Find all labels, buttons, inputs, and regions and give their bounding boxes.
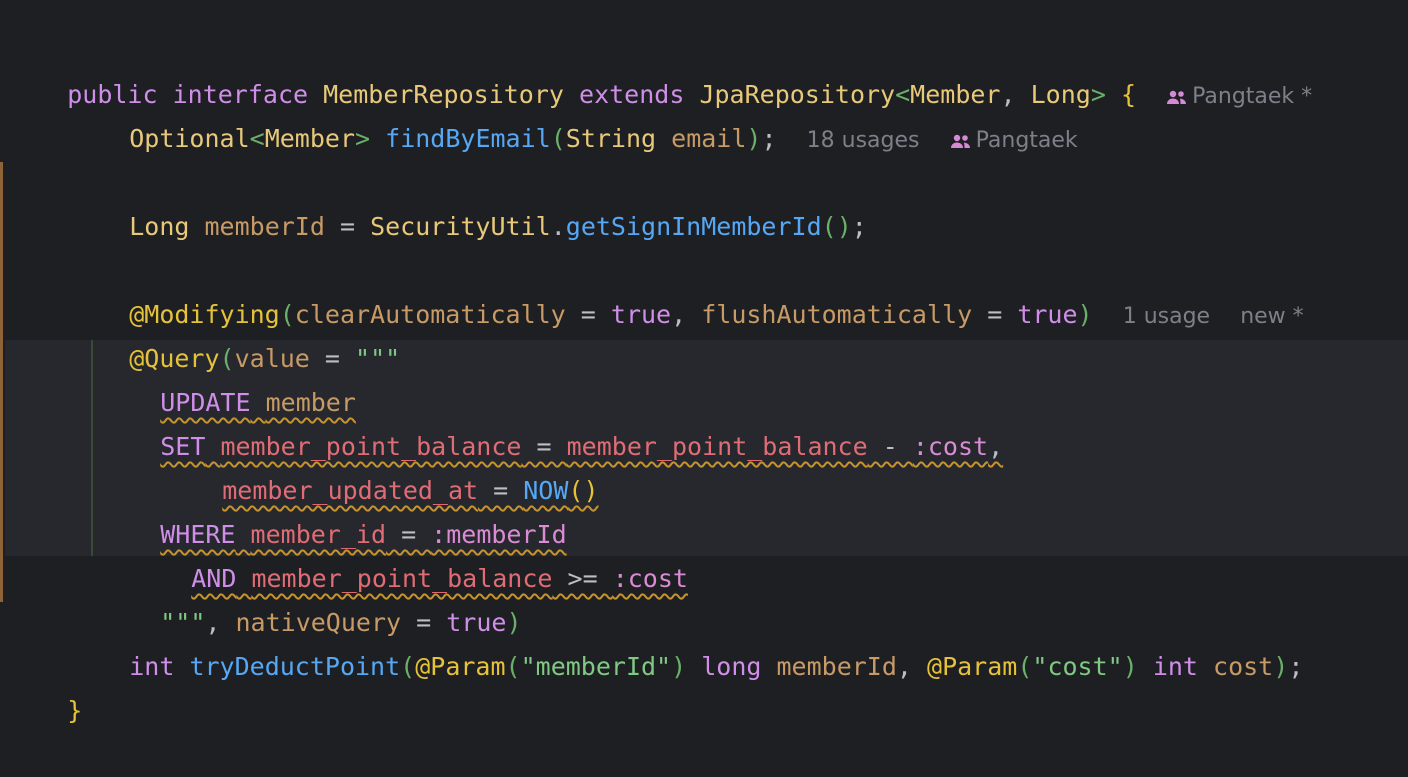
semicolon: ;: [761, 124, 777, 153]
type-optional: Optional: [129, 124, 250, 153]
paren-close: ): [746, 124, 762, 153]
param-memberid: memberId: [776, 652, 897, 681]
paren-open: (: [505, 652, 521, 681]
operator-gte: >=: [552, 564, 613, 593]
code-line-6[interactable]: UPDATE member: [7, 337, 356, 417]
class-securityutil: SecurityUtil: [370, 212, 551, 241]
text-block-open: """: [355, 344, 401, 373]
type-string: String: [565, 124, 657, 153]
sql-param-cost: :cost: [612, 564, 688, 593]
code-line-13[interactable]: }: [7, 645, 82, 725]
code-line-7[interactable]: SET member_point_balance = member_point_…: [7, 381, 1003, 461]
param-email: email: [671, 124, 747, 153]
code-line-9[interactable]: WHERE member_id = :memberId: [7, 469, 566, 549]
close-brace: }: [67, 696, 83, 725]
code-line-8[interactable]: member_updated_at = NOW(): [7, 425, 598, 505]
paren-open: (: [400, 652, 416, 681]
attr-flushautomatically: flushAutomatically: [701, 300, 973, 329]
code-line-4[interactable]: @Modifying(clearAutomatically = true, fl…: [7, 249, 1303, 329]
users-icon: [950, 134, 970, 148]
type-member: Member: [264, 124, 356, 153]
code-line-2[interactable]: Optional<Member> findByEmail(String emai…: [7, 73, 1077, 153]
parens: (): [568, 476, 599, 505]
author-name: Pangtaek *: [1192, 84, 1313, 109]
paren-open: (: [1017, 652, 1033, 681]
literal-true: true: [1017, 300, 1078, 329]
literal-true: true: [610, 300, 672, 329]
sql-column: member_point_balance: [566, 432, 868, 461]
operator-minus: -: [867, 432, 913, 461]
paren-close: ): [671, 652, 687, 681]
paren-close: ): [1273, 652, 1289, 681]
sql-param-cost: :cost: [912, 432, 989, 461]
operator-assign: =: [565, 300, 611, 329]
open-brace: {: [1120, 80, 1136, 109]
code-line-10[interactable]: AND member_point_balance >= :cost: [7, 513, 688, 593]
operator-assign: =: [972, 300, 1018, 329]
semicolon: ;: [851, 212, 867, 241]
string-memberid: "memberId": [520, 652, 672, 681]
code-line-3[interactable]: Long memberId = SecurityUtil.getSignInMe…: [7, 161, 867, 241]
users-icon: [1167, 90, 1187, 104]
generic-open: <: [249, 124, 265, 153]
paren-close: ): [1122, 652, 1138, 681]
field-memberid: memberId: [204, 212, 325, 241]
code-line-1[interactable]: public interface MemberRepository extend…: [7, 29, 1312, 109]
code-line-5[interactable]: @Query(value = """: [7, 293, 400, 373]
type-int: int: [1137, 652, 1214, 681]
usages-hint[interactable]: 1 usage: [1123, 304, 1210, 329]
method-findbyemail[interactable]: findByEmail: [385, 124, 551, 153]
author-name: Pangtaek: [975, 128, 1078, 153]
annotation-param: @Param: [927, 652, 1018, 681]
author-hint[interactable]: Pangtaek *: [1166, 84, 1312, 109]
author-hint[interactable]: new *: [1240, 304, 1303, 329]
comma: ,: [896, 652, 928, 681]
type-long-primitive: long: [686, 652, 777, 681]
vcs-change-marker[interactable]: [0, 162, 3, 602]
annotation-param: @Param: [415, 652, 506, 681]
operator-assign: =: [324, 212, 371, 241]
generic-close: >: [355, 124, 371, 153]
generic-close: >: [1090, 80, 1106, 109]
method-trydeductpoint[interactable]: tryDeductPoint: [189, 652, 400, 681]
code-line-12[interactable]: int tryDeductPoint(@Param("memberId") lo…: [7, 601, 1303, 681]
type-long: Long: [129, 212, 190, 241]
code-line-11[interactable]: """, nativeQuery = true): [7, 557, 521, 637]
code-editor[interactable]: public interface MemberRepository extend…: [0, 0, 1408, 725]
paren-open: (: [550, 124, 566, 153]
string-cost: "cost": [1032, 652, 1123, 681]
dot: .: [550, 212, 566, 241]
param-cost: cost: [1213, 652, 1274, 681]
semicolon: ;: [1288, 652, 1304, 681]
comma: ,: [671, 300, 702, 329]
type-int: int: [129, 652, 175, 681]
paren-close: ): [1077, 300, 1093, 329]
author-hint[interactable]: Pangtaek: [950, 128, 1078, 153]
parens: (): [821, 212, 852, 241]
usages-hint[interactable]: 18 usages: [807, 128, 920, 153]
comma: ,: [988, 432, 1004, 461]
method-getsigninmemberid[interactable]: getSignInMemberId: [566, 212, 822, 241]
